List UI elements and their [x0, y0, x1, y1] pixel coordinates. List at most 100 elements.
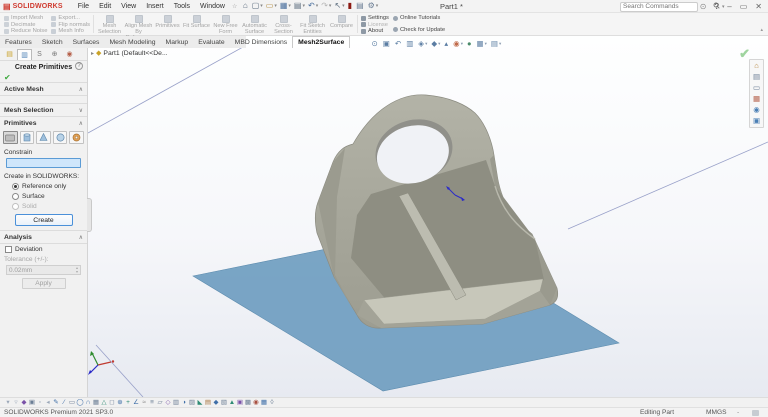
ribbon-large-button[interactable]: Compare	[327, 14, 356, 34]
menu-item[interactable]: Tools	[169, 0, 195, 13]
quick-access-button[interactable]: ▭ ▾	[266, 1, 277, 11]
quick-access-button[interactable]: ▮	[348, 1, 353, 11]
view-tool-button[interactable]: ⊙	[370, 39, 380, 48]
view-tool-button[interactable]: ▦ ▾	[475, 39, 488, 48]
tool-icon[interactable]: ▦	[260, 398, 268, 407]
tool-icon[interactable]: +	[124, 398, 132, 407]
tool-icon[interactable]: ◊	[268, 398, 276, 407]
ribbon-tab[interactable]: MBD Dimensions	[230, 37, 293, 48]
ribbon-tab[interactable]: Features	[0, 37, 37, 48]
view-tool-button[interactable]: ↶	[393, 39, 403, 48]
model-canvas[interactable]	[88, 47, 768, 397]
menu-pin-icon[interactable]: ☆	[232, 3, 237, 10]
tool-icon[interactable]: ▿	[12, 398, 20, 407]
deviation-checkbox[interactable]	[5, 246, 12, 253]
tool-icon[interactable]: ▧	[220, 398, 228, 407]
tool-icon[interactable]: ∠	[132, 398, 140, 407]
task-pane-icon[interactable]: ▦	[753, 95, 760, 103]
view-tool-button[interactable]: ▣	[381, 39, 392, 48]
menu-item[interactable]: Window	[195, 0, 230, 13]
tool-icon[interactable]: ◆	[212, 398, 220, 407]
primitive-torus-button[interactable]	[69, 131, 84, 144]
ribbon-collapse-icon[interactable]: ▴	[760, 27, 763, 33]
constrain-selection-field[interactable]	[6, 158, 81, 168]
graphics-area[interactable]: ▸ ◆ Part1 (Default<<De... ⊙ ▣ ↶ ▥ ◈ ▾ ◆ ▾ ▴ ◉ ▾ ● ▦ ▾…	[88, 36, 768, 397]
tool-icon[interactable]: ≈	[140, 398, 148, 407]
tool-icon[interactable]: ◣	[196, 398, 204, 407]
spinner-arrows-icon[interactable]: ▴ ▾	[76, 266, 78, 274]
create-button[interactable]: Create	[14, 214, 73, 226]
minimize-button[interactable]: –	[727, 0, 731, 13]
view-tool-button[interactable]: ◉ ▾	[452, 39, 465, 48]
deviation-checkbox-row[interactable]: Deviation	[0, 244, 87, 254]
ribbon-small-button[interactable]: About	[361, 28, 389, 35]
apply-button[interactable]: Apply	[21, 278, 66, 289]
quick-access-button[interactable]: ▢ ▾	[252, 1, 263, 11]
flyout-arrow-icon[interactable]: ▸	[91, 50, 94, 57]
tool-icon[interactable]: ◆	[20, 398, 28, 407]
primitive-cylinder-button[interactable]	[19, 131, 35, 144]
task-pane-icon[interactable]: ▭	[753, 84, 760, 92]
help-icon[interactable]: ?	[75, 62, 83, 70]
ribbon-large-button[interactable]: Automatic Surface	[240, 14, 269, 35]
search-box[interactable]: ▾	[620, 1, 725, 12]
radio-option[interactable]: Surface	[0, 191, 87, 201]
ribbon-large-button[interactable]: Fit Sketch Entities	[298, 14, 327, 35]
quick-access-button[interactable]: ⚙ ▾	[368, 1, 379, 11]
quick-access-button[interactable]: ▦ ▾	[280, 1, 291, 11]
section-primitives[interactable]: Primitives ∧	[0, 117, 87, 129]
section-active-mesh[interactable]: Active Mesh ∧	[0, 83, 87, 96]
view-tool-button[interactable]: ◈ ▾	[417, 39, 429, 48]
tool-icon[interactable]: △	[100, 398, 108, 407]
tool-icon[interactable]: ◂	[44, 398, 52, 407]
quick-access-button[interactable]: ↶ ▾	[308, 1, 318, 11]
tool-icon[interactable]: ▤	[204, 398, 212, 407]
tool-icon[interactable]: ◇	[164, 398, 172, 407]
task-pane-icon[interactable]: ▤	[753, 73, 760, 81]
quick-access-button[interactable]: ▤	[356, 1, 365, 11]
tool-icon[interactable]: ▭	[68, 398, 76, 407]
manager-tab[interactable]: S	[32, 49, 47, 60]
part-tree-label[interactable]: Part1 (Default<<De...	[103, 50, 167, 57]
section-mesh-selection[interactable]: Mesh Selection ∨	[0, 104, 87, 117]
close-button[interactable]: ✕	[755, 0, 762, 13]
tool-icon[interactable]: ◉	[252, 398, 260, 407]
radio-icon[interactable]	[12, 192, 19, 200]
tool-icon[interactable]: ▦	[92, 398, 100, 407]
ribbon-small-button[interactable]: Check for Update	[392, 27, 445, 34]
tag-icon[interactable]	[752, 410, 759, 416]
view-tool-button[interactable]: ▴	[443, 39, 451, 48]
panel-collapse-handle[interactable]	[87, 198, 92, 232]
ribbon-small-button[interactable]: Mesh Info	[51, 28, 90, 35]
tool-icon[interactable]: ∕	[60, 398, 68, 407]
menu-item[interactable]: View	[116, 0, 141, 13]
tool-icon[interactable]: ▱	[156, 398, 164, 407]
ribbon-tab[interactable]: Sketch	[37, 37, 68, 48]
primitive-sphere-button[interactable]	[52, 131, 68, 144]
quick-access-button[interactable]: ⌂	[243, 1, 249, 11]
tool-icon[interactable]: ▥	[172, 398, 180, 407]
ribbon-large-button[interactable]: Fit Surface	[182, 14, 211, 34]
tool-icon[interactable]: ✎	[52, 398, 60, 407]
ok-check-icon[interactable]: ✔	[4, 73, 11, 82]
radio-icon[interactable]	[12, 202, 19, 210]
view-tool-button[interactable]: ◆ ▾	[430, 39, 442, 48]
user-icon[interactable]: ⊙	[700, 0, 707, 13]
primitive-plane-button[interactable]	[3, 131, 18, 144]
tool-icon[interactable]: ▨	[188, 398, 196, 407]
manager-tab[interactable]: ▤	[2, 49, 17, 60]
tool-icon[interactable]: ▲	[228, 398, 236, 407]
radio-option[interactable]: Solid	[0, 201, 87, 211]
ribbon-large-button[interactable]: Cross-Section	[269, 14, 298, 35]
section-analysis[interactable]: Analysis ∧	[0, 230, 87, 244]
ribbon-tab[interactable]: Surfaces	[68, 37, 105, 48]
tool-icon[interactable]: ◯	[76, 398, 84, 407]
tool-icon[interactable]: ⊕	[116, 398, 124, 407]
ribbon-small-button[interactable]: Reduce Noise	[4, 28, 47, 35]
view-tool-button[interactable]: ▤ ▾	[489, 39, 502, 48]
radio-icon[interactable]	[12, 182, 19, 190]
maximize-button[interactable]: ▭	[740, 0, 748, 13]
ribbon-large-button[interactable]: New Free Form	[211, 14, 240, 35]
ribbon-large-button[interactable]: Align Mesh By Reference	[124, 14, 153, 41]
primitive-cone-button[interactable]	[36, 131, 51, 144]
